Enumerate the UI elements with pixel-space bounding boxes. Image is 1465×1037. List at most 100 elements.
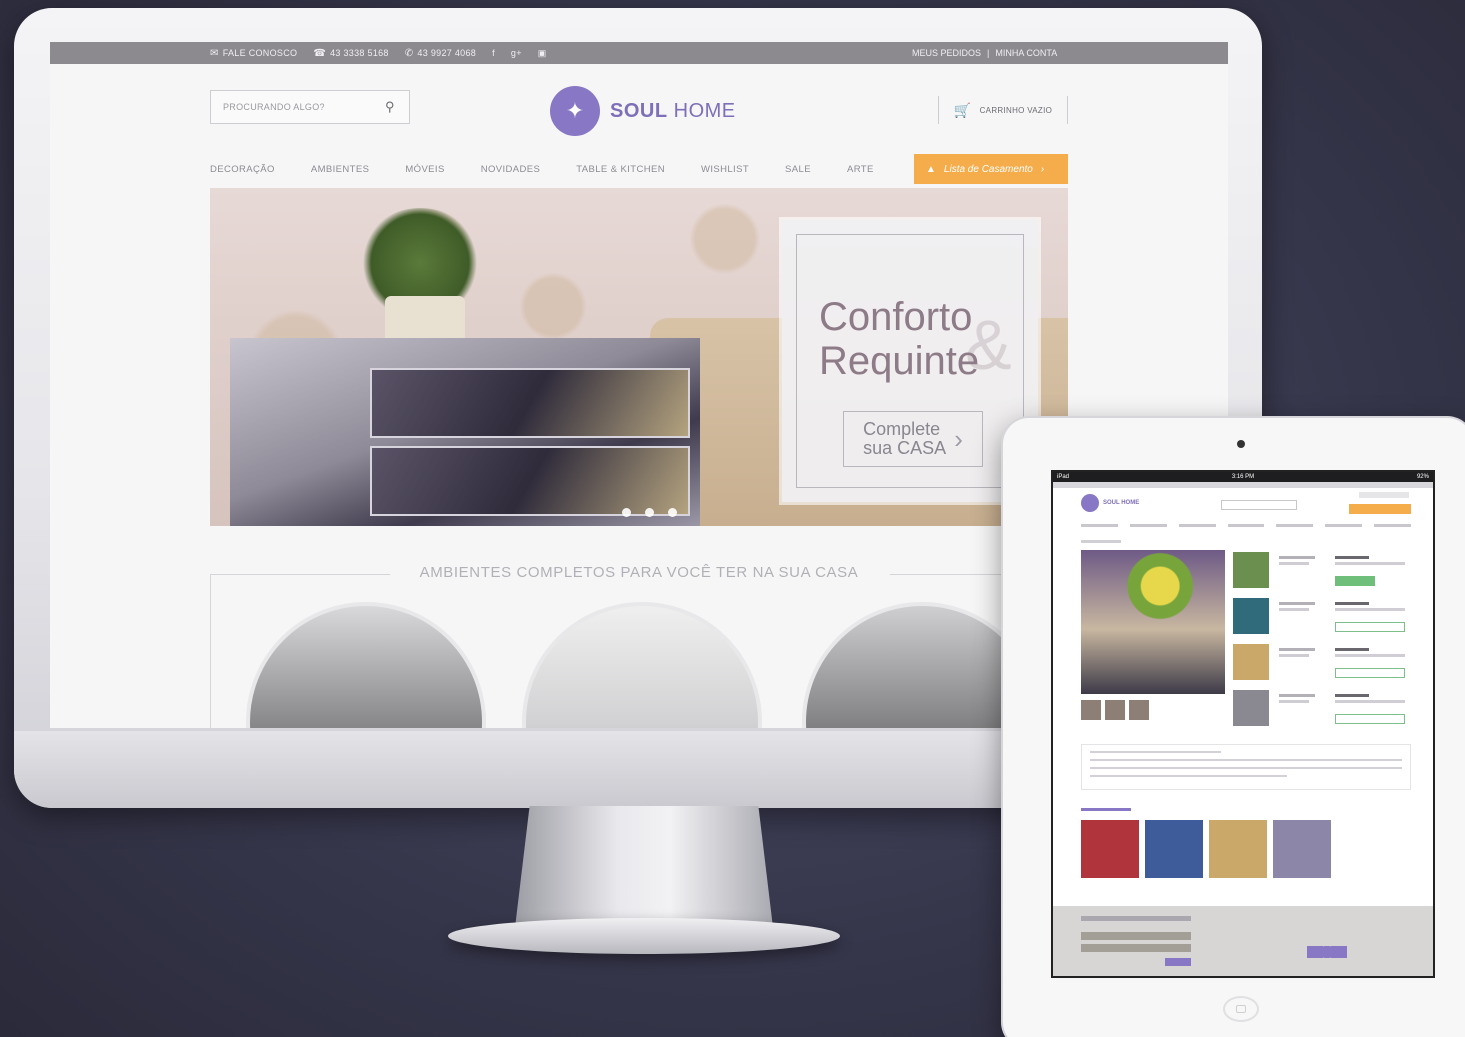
carousel-dot[interactable] bbox=[645, 508, 654, 517]
tablet-product-price bbox=[1335, 556, 1369, 559]
tablet-related-gallery bbox=[1081, 820, 1331, 878]
search-input[interactable]: PROCURANDO ALGO? ⚲ bbox=[210, 90, 410, 124]
tablet-related-item[interactable] bbox=[1273, 820, 1331, 878]
nav-item-novidades[interactable]: NOVIDADES bbox=[481, 164, 577, 175]
tablet-product-desc bbox=[1279, 608, 1309, 611]
instagram-icon[interactable]: ▣ bbox=[538, 48, 547, 59]
cart-button[interactable]: 🛒 CARRINHO VAZIO bbox=[938, 96, 1068, 124]
tablet-logo-text: SOUL HOME bbox=[1103, 500, 1140, 506]
tablet-related-item[interactable] bbox=[1209, 820, 1267, 878]
contact-link[interactable]: ✉ FALE CONOSCO bbox=[210, 48, 297, 59]
tablet-related-item[interactable] bbox=[1145, 820, 1203, 878]
google-plus-icon[interactable]: g+ bbox=[511, 48, 522, 58]
logo-light: HOME bbox=[667, 99, 736, 122]
site-logo[interactable]: ✦ SOUL HOME bbox=[550, 86, 736, 136]
tablet-product-thumb[interactable] bbox=[1233, 644, 1269, 680]
tablet-nav-item[interactable] bbox=[1178, 524, 1216, 527]
facebook-icon[interactable]: f bbox=[492, 48, 495, 58]
text-line bbox=[1090, 767, 1402, 769]
tablet-add-button[interactable] bbox=[1335, 668, 1405, 678]
nav-item-sale[interactable]: SALE bbox=[785, 164, 847, 175]
nav-item-moveis[interactable]: MÓVEIS bbox=[405, 164, 480, 175]
topbar-separator: | bbox=[987, 48, 990, 58]
complete-home-button[interactable]: Complete sua CASA › bbox=[843, 411, 983, 467]
newsletter-heading bbox=[1081, 916, 1191, 921]
newsletter-submit-button[interactable] bbox=[1165, 958, 1191, 966]
wedding-list-label: Lista de Casamento bbox=[943, 163, 1033, 175]
wedding-list-button[interactable]: ▲ Lista de Casamento › bbox=[914, 154, 1068, 184]
tablet-product-row bbox=[1233, 690, 1413, 730]
logo-bold: SOUL bbox=[610, 99, 668, 122]
tablet-thumb[interactable] bbox=[1105, 700, 1125, 720]
home-button[interactable] bbox=[1223, 996, 1259, 1022]
tablet-logo[interactable]: SOUL HOME bbox=[1081, 494, 1139, 512]
tablet-nav-item[interactable] bbox=[1227, 524, 1265, 527]
tablet-product-price bbox=[1335, 694, 1369, 697]
tablet-product-row bbox=[1233, 644, 1413, 684]
tablet-nav-item[interactable] bbox=[1374, 524, 1412, 527]
nav-item-arte[interactable]: ARTE bbox=[847, 164, 910, 175]
hummingbird-icon bbox=[1081, 494, 1099, 512]
tablet-cart[interactable] bbox=[1359, 492, 1409, 498]
home-square-icon bbox=[1236, 1005, 1246, 1013]
my-orders-link[interactable]: MEUS PEDIDOS bbox=[912, 48, 981, 58]
my-account-link[interactable]: MINHA CONTA bbox=[995, 48, 1057, 58]
tablet-thumb[interactable] bbox=[1129, 700, 1149, 720]
complete-home-line1: Complete bbox=[863, 419, 941, 439]
tablet-nav bbox=[1081, 524, 1412, 530]
tablet-nav-item[interactable] bbox=[1129, 524, 1167, 527]
camera-icon bbox=[1237, 440, 1245, 448]
contact-label: FALE CONOSCO bbox=[222, 48, 298, 58]
tablet-description-box bbox=[1081, 744, 1411, 790]
phone2-link[interactable]: ✆ 43 9927 4068 bbox=[405, 48, 476, 59]
chat-icon: ✉ bbox=[210, 47, 219, 59]
tablet-product-installments bbox=[1335, 654, 1405, 657]
tablet-buy-button[interactable] bbox=[1335, 576, 1375, 586]
tablet-product-price bbox=[1335, 648, 1369, 651]
tablet-nav-item[interactable] bbox=[1325, 524, 1363, 527]
nav-item-wishlist[interactable]: WISHLIST bbox=[701, 164, 785, 175]
section-title: AMBIENTES COMPLETOS PARA VOCÊ TER NA SUA… bbox=[419, 564, 859, 581]
carousel-dot[interactable] bbox=[622, 508, 631, 517]
tablet-related-item[interactable] bbox=[1081, 820, 1139, 878]
tablet-thumb[interactable] bbox=[1081, 700, 1101, 720]
tablet-product-thumb[interactable] bbox=[1233, 690, 1269, 726]
tablet-nav-item[interactable] bbox=[1276, 524, 1314, 527]
nav-item-decoracao[interactable]: DECORAÇÃO bbox=[210, 164, 311, 175]
tablet-wedding-list-button[interactable] bbox=[1349, 504, 1411, 514]
nav-item-table-kitchen[interactable]: TABLE & KITCHEN bbox=[576, 164, 701, 175]
ipad-status-bar: iPad 3:16 PM 92% bbox=[1053, 472, 1433, 482]
imac-stand-base bbox=[448, 918, 840, 954]
tablet-add-button[interactable] bbox=[1335, 714, 1405, 724]
tablet-footer bbox=[1053, 906, 1433, 976]
cart-icon: 🛒 bbox=[953, 101, 972, 118]
text-line bbox=[1090, 775, 1287, 777]
complete-home-line2: sua CASA bbox=[863, 438, 947, 458]
tablet-search-input[interactable] bbox=[1221, 500, 1297, 510]
tablet-product-desc bbox=[1279, 700, 1309, 703]
hero-card: & Conforto Requinte Complete sua CASA › bbox=[782, 220, 1038, 502]
phone1-link[interactable]: ☎ 43 3338 5168 bbox=[313, 48, 388, 59]
hero-banner: & Conforto Requinte Complete sua CASA › bbox=[210, 188, 1068, 526]
tablet-product-thumb[interactable] bbox=[1233, 598, 1269, 634]
search-icon[interactable]: ⚲ bbox=[385, 99, 409, 115]
social-icons[interactable] bbox=[1307, 946, 1347, 958]
status-battery: 92% bbox=[1416, 474, 1429, 480]
tablet-related-heading bbox=[1081, 808, 1131, 811]
tablet-nav-item[interactable] bbox=[1081, 524, 1118, 527]
tablet-product-name bbox=[1279, 694, 1315, 697]
tablet-breadcrumb[interactable] bbox=[1081, 540, 1121, 543]
carousel-dot[interactable] bbox=[668, 508, 677, 517]
tablet-add-button[interactable] bbox=[1335, 622, 1405, 632]
tablet-product-image[interactable] bbox=[1081, 550, 1225, 694]
browser-tabs bbox=[1053, 482, 1433, 488]
cart-label: CARRINHO VAZIO bbox=[979, 105, 1053, 115]
tablet-product-thumb[interactable] bbox=[1233, 552, 1269, 588]
whatsapp-icon: ✆ bbox=[404, 47, 414, 59]
complete-home-label: Complete sua CASA bbox=[863, 420, 946, 458]
newsletter-name-field[interactable] bbox=[1081, 932, 1191, 940]
tablet-product-name bbox=[1279, 648, 1315, 651]
nav-item-ambientes[interactable]: AMBIENTES bbox=[311, 164, 406, 175]
newsletter-email-field[interactable] bbox=[1081, 944, 1191, 952]
tablet-product-desc bbox=[1279, 562, 1309, 565]
